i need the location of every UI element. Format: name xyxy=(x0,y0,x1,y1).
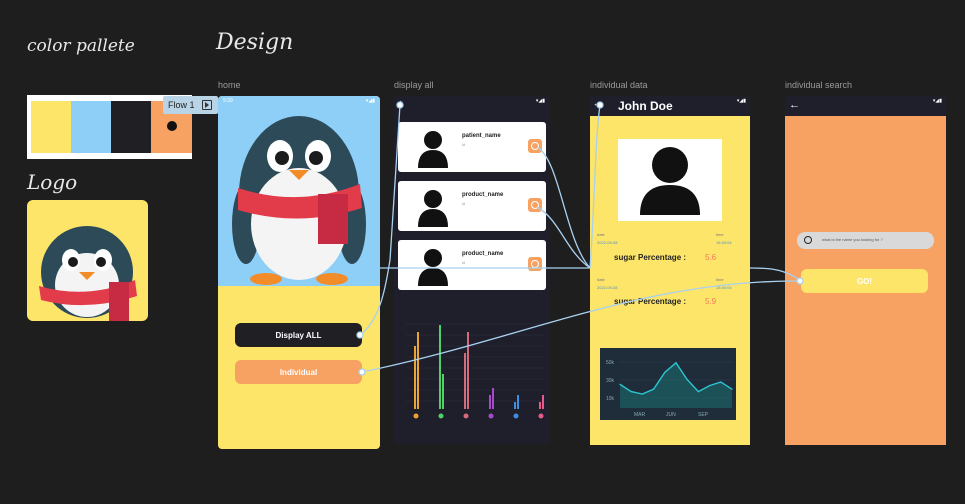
connection-node xyxy=(596,101,604,109)
connection-node xyxy=(356,331,364,339)
connection-node xyxy=(396,101,404,109)
connection-line xyxy=(749,267,801,282)
connection-line xyxy=(361,280,801,373)
connection-node xyxy=(358,368,366,376)
connection-line xyxy=(359,104,401,336)
connection-line xyxy=(536,206,591,269)
connection-line xyxy=(536,146,591,269)
connection-line xyxy=(589,104,601,269)
prototype-connections xyxy=(356,101,804,376)
connection-node xyxy=(796,277,804,285)
